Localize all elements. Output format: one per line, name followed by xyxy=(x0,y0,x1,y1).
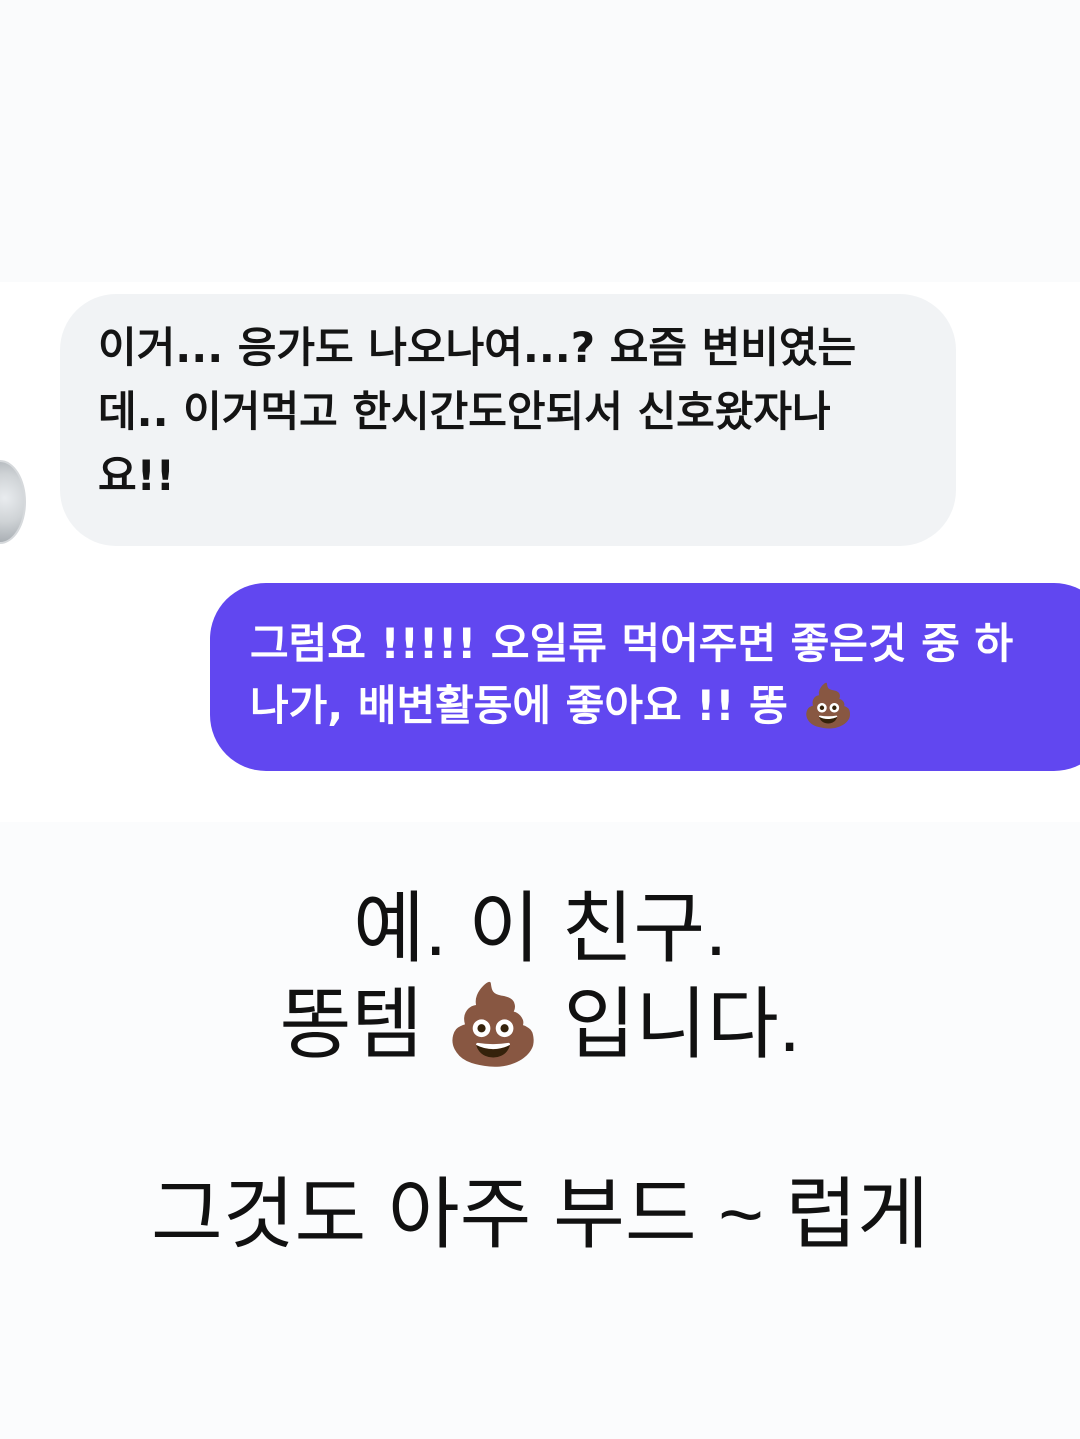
sent-message-bubble[interactable]: 그럼요 !!!!! 오일류 먹어주면 좋은것 중 하 나가, 배변활동에 좋아요… xyxy=(210,583,1080,771)
received-message-line: 요!! xyxy=(98,451,175,500)
sent-message-text: 나가, 배변활동에 좋아요 !! 똥 xyxy=(250,681,788,730)
received-message-bubble[interactable]: 이거... 응가도 나오나여...? 요즘 변비였는 데.. 이거먹고 한시간도… xyxy=(60,294,956,546)
received-message-line: 이거... 응가도 나오나여...? 요즘 변비였는 xyxy=(98,323,857,372)
received-message-line: 데.. 이거먹고 한시간도안되서 신호왔자나 xyxy=(98,387,831,436)
sent-message-line: 그럼요 !!!!! 오일류 먹어주면 좋은것 중 하 xyxy=(250,619,1014,668)
caption-line-3: 그것도 아주 부드 ~ 럽게 xyxy=(150,1170,930,1258)
poop-emoji-icon: 💩 xyxy=(444,980,542,1070)
top-blank-area xyxy=(0,0,1080,282)
caption-line-1: 예. 이 친구. xyxy=(353,884,727,972)
poop-emoji-icon: 💩 xyxy=(802,681,855,730)
caption-line-2: 똥템 💩 입니다. xyxy=(0,976,1080,1073)
sent-message-line: 나가, 배변활동에 좋아요 !! 똥 💩 xyxy=(250,675,1070,737)
caption-text: 똥템 xyxy=(279,980,424,1068)
caption-text: 입니다. xyxy=(563,980,801,1068)
